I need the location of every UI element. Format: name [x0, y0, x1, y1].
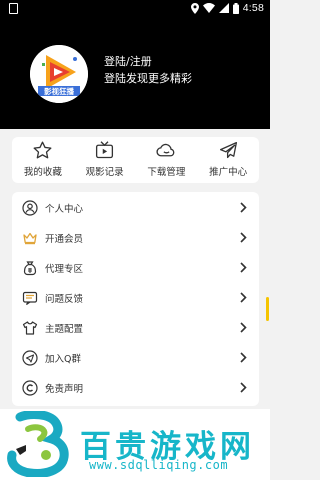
menu-item-label: 个人中心: [45, 204, 84, 215]
menu-item-feedback[interactable]: 问题反馈: [12, 283, 259, 313]
quick-actions: 我的收藏 观影记录 下载管理 推广中心: [12, 137, 259, 183]
app-logo-icon: 影视狂播: [30, 45, 88, 103]
chevron-right-icon: [240, 232, 247, 243]
quick-downloads[interactable]: 下载管理: [136, 137, 198, 183]
crown-icon: [23, 232, 37, 245]
chevron-right-icon: [240, 352, 247, 363]
menu-item-label: 代理专区: [45, 264, 84, 275]
chevron-right-icon: [240, 322, 247, 333]
tv-icon: [96, 141, 114, 159]
menu-item-disclaimer[interactable]: 免责声明: [12, 373, 259, 403]
avatar-caption: 影视狂播: [44, 86, 74, 96]
user-icon: [22, 200, 38, 216]
menu-item-label: 免责声明: [45, 384, 84, 395]
quick-label: 观影记录: [85, 167, 124, 178]
profile-header: 影视狂播 登陆/注册 登陆发现更多精彩: [0, 18, 270, 129]
watermark-url: www.sdqlliqing.com: [89, 458, 229, 472]
chevron-right-icon: [240, 262, 247, 273]
menu-item-vip[interactable]: 开通会员: [12, 223, 259, 253]
quick-promotion[interactable]: 推广中心: [197, 137, 259, 183]
watermark-banner: 百贵游戏网 www.sdqlliqing.com: [0, 409, 270, 480]
copyright-icon: [22, 380, 38, 396]
quick-favorites[interactable]: 我的收藏: [12, 137, 74, 183]
menu-item-profile[interactable]: 个人中心: [12, 193, 259, 223]
watermark-logo-icon: [7, 411, 69, 477]
menu-item-join-group[interactable]: 加入Q群: [12, 343, 259, 373]
quick-label: 推广中心: [209, 167, 248, 178]
login-register-link[interactable]: 登陆/注册: [104, 53, 152, 69]
send-icon: [22, 350, 38, 366]
quick-watch-history[interactable]: 观影记录: [74, 137, 136, 183]
paper-plane-icon: [219, 141, 237, 159]
menu-list: 个人中心 开通会员 代理专区 问题反馈 主题配置 加入Q群 免责声明: [12, 192, 259, 406]
download-cloud-icon: [156, 143, 175, 157]
signal-icon: [218, 3, 229, 13]
menu-item-agent[interactable]: 代理专区: [12, 253, 259, 283]
shirt-icon: [22, 321, 38, 335]
menu-item-label: 问题反馈: [45, 294, 84, 305]
avatar[interactable]: 影视狂播: [30, 45, 88, 103]
chevron-right-icon: [240, 202, 247, 213]
sim-card-icon: [9, 3, 18, 14]
login-subtitle: 登陆发现更多精彩: [104, 72, 192, 85]
wifi-icon: [202, 3, 215, 13]
money-bag-icon: [23, 261, 37, 276]
scroll-indicator[interactable]: [266, 297, 269, 321]
feedback-icon: [22, 291, 38, 305]
status-bar: 4:58: [0, 0, 270, 18]
chevron-right-icon: [240, 292, 247, 303]
quick-label: 下载管理: [147, 167, 186, 178]
chevron-right-icon: [240, 382, 247, 393]
quick-label: 我的收藏: [23, 167, 62, 178]
star-icon: [33, 141, 52, 159]
menu-item-label: 开通会员: [45, 234, 84, 245]
menu-item-label: 主题配置: [45, 324, 84, 335]
menu-item-label: 加入Q群: [45, 354, 81, 365]
menu-item-theme[interactable]: 主题配置: [12, 313, 259, 343]
status-time: 4:58: [242, 2, 264, 14]
location-icon: [190, 2, 199, 14]
battery-icon: [232, 2, 239, 14]
